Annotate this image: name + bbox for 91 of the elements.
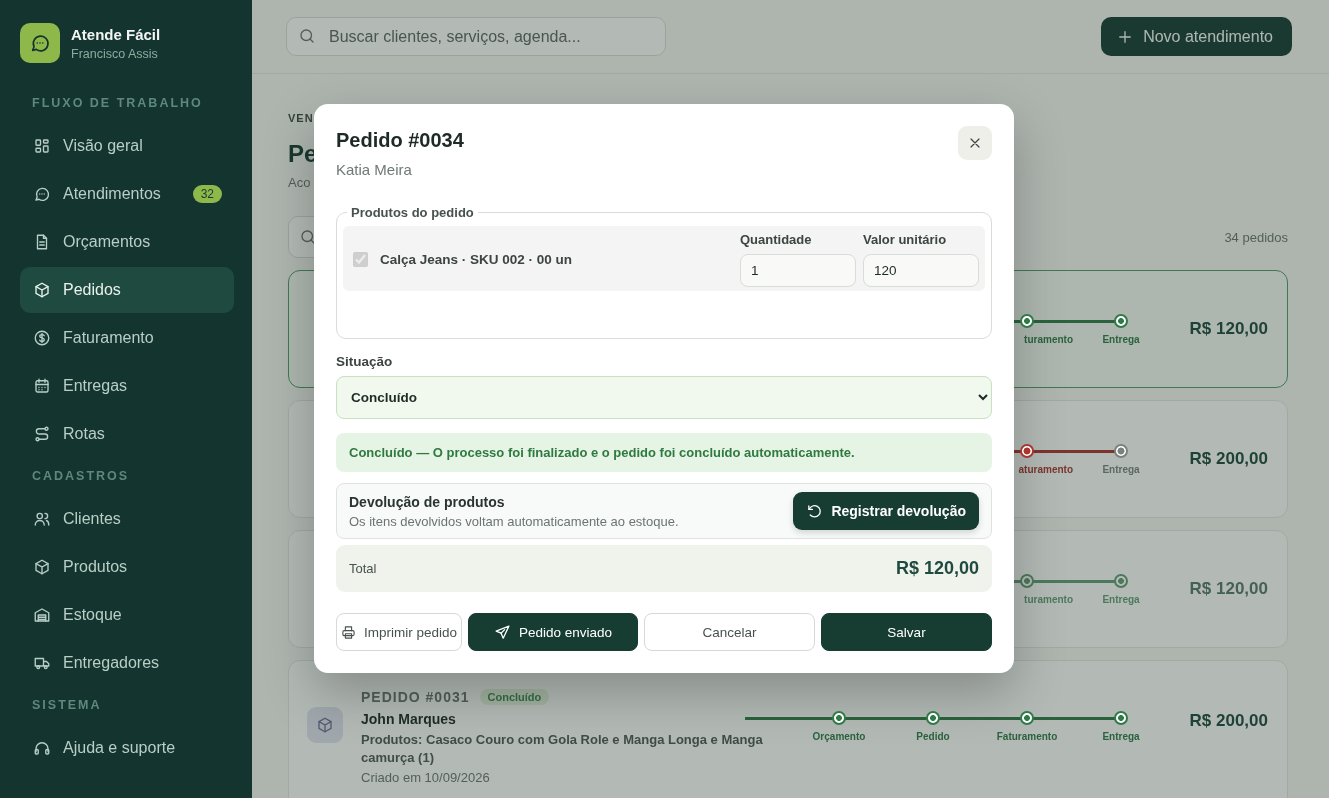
print-button[interactable]: Imprimir pedido (336, 613, 462, 651)
nav-label: Pedidos (63, 281, 121, 299)
dialog-title: Pedido #0034 (336, 129, 464, 152)
created-date: Criado em 10/09/2026 (361, 770, 491, 785)
users-icon (33, 510, 51, 528)
nav-label: Visão geral (63, 137, 143, 155)
nav-label: Atendimentos (63, 185, 161, 203)
field-label: Quantidade (740, 232, 813, 247)
box-icon (33, 558, 51, 576)
nav-label: Faturamento (63, 329, 154, 347)
order-price: R$ 200,00 (1188, 449, 1268, 469)
page-subtitle: Aco (288, 175, 312, 190)
new-service-button[interactable]: Novo atendimento (1101, 17, 1292, 56)
nav-label: Clientes (63, 510, 121, 528)
printer-icon (341, 623, 356, 641)
chat-icon (29, 32, 51, 54)
search-icon (299, 228, 317, 246)
status-select[interactable]: Concluído (336, 376, 992, 419)
field-label: Valor unitário (863, 232, 948, 247)
field-label: Situação (336, 354, 394, 369)
nav-label: Entregas (63, 377, 128, 395)
customer-name: Katia Meira (336, 161, 413, 178)
step-label: Orçamento (812, 731, 866, 742)
grid-icon (33, 137, 51, 155)
headset-icon (33, 739, 51, 757)
customer-name: John Marques (361, 711, 457, 727)
count-badge: 32 (192, 185, 222, 203)
nav-item[interactable]: Orçamentos (20, 219, 234, 265)
order-card[interactable]: PEDIDO #0031 Concluído John Marques Produtos: Casaco Couro com Gola Role e Manga Longa e Manga camurça (1) Criado em 10/09/2026 Orçamento Pedido Faturamento Entrega R$ 200,00 (288, 660, 1288, 798)
nav-item[interactable]: Ajuda e suporte (20, 725, 234, 771)
nav-label: Ajuda e suporte (63, 739, 176, 757)
step-label: aturamento (1018, 463, 1073, 475)
nav-item[interactable]: Faturamento (20, 315, 234, 361)
close-button[interactable] (958, 126, 992, 160)
order-price: R$ 120,00 (1188, 579, 1268, 599)
cancel-button[interactable]: Cancelar (644, 613, 815, 651)
step-label: Entrega (1102, 593, 1140, 605)
nav-label: Estoque (63, 606, 122, 624)
search-field[interactable]: Buscar clientes, serviços, agenda... (286, 17, 666, 56)
warehouse-icon (33, 606, 51, 624)
section-heading: SISTEMA (31, 697, 103, 713)
status-tag: Concluído (479, 689, 550, 705)
undo-icon (806, 502, 824, 520)
panel-description: Os itens devolvidos voltam automaticamente ao estoque. (349, 513, 679, 529)
panel-title: Devolução de produtos (349, 493, 506, 510)
box-icon (33, 281, 51, 299)
status-notice: Concluído — O processo foi finalizado e o pedido foi concluído automaticamente. (336, 433, 992, 472)
total-label: Total (349, 561, 377, 576)
step-label: Faturamento (996, 731, 1058, 742)
step-label: turamento (1024, 593, 1073, 605)
nav-item[interactable]: Clientes (20, 496, 234, 542)
section-heading: CADASTROS (31, 468, 131, 484)
save-button[interactable]: Salvar (821, 613, 992, 651)
nav-item[interactable]: Pedidos (20, 267, 234, 313)
nav-item[interactable]: Entregadores (20, 640, 234, 686)
order-price: R$ 200,00 (1188, 711, 1268, 731)
send-icon (493, 623, 511, 641)
group-legend: Produtos do pedido (347, 205, 478, 220)
nav-item[interactable]: Atendimentos 32 (20, 171, 234, 217)
nav-item[interactable]: Rotas (20, 411, 234, 457)
step-label: Entrega (1102, 333, 1140, 345)
order-number: PEDIDO #0031 (361, 689, 470, 705)
nav-label: Orçamentos (63, 233, 151, 251)
nav-item[interactable]: Visão geral (20, 123, 234, 169)
app-name: Atende Fácil (71, 25, 161, 43)
send-button[interactable]: Pedido enviado (468, 613, 638, 651)
step-label: Pedido (916, 731, 950, 742)
section-heading: FLUXO DE TRABALHO (31, 95, 204, 111)
nav-label: Rotas (63, 425, 105, 443)
route-icon (33, 425, 51, 443)
dollar-icon (33, 329, 51, 347)
step-label: Entrega (1102, 463, 1140, 475)
search-icon (298, 27, 316, 45)
product-label: Calça Jeans · SKU 002 · 00 un (380, 252, 574, 267)
order-count: 34 pedidos (1224, 229, 1288, 245)
nav-item[interactable]: Estoque (20, 592, 234, 638)
nav-label: Entregadores (63, 654, 160, 672)
calendar-icon (33, 377, 51, 395)
chat-icon (33, 185, 51, 203)
register-return-button[interactable]: Registrar devolução (793, 492, 979, 530)
products-text: Produtos: Casaco Couro com Gola Role e Manga Longa e Manga camurça (1) (361, 731, 764, 767)
page-eyebrow: VEN (288, 112, 314, 124)
box-icon (316, 716, 334, 734)
nav-item[interactable]: Produtos (20, 544, 234, 590)
nav-item[interactable]: Entregas (20, 363, 234, 409)
step-label: Entrega (1102, 731, 1140, 742)
order-price: R$ 120,00 (1188, 319, 1268, 339)
nav-label: Produtos (63, 558, 128, 576)
step-label: turamento (1024, 333, 1073, 345)
total-value: R$ 120,00 (895, 558, 979, 579)
user-name: Francisco Assis (71, 46, 159, 61)
